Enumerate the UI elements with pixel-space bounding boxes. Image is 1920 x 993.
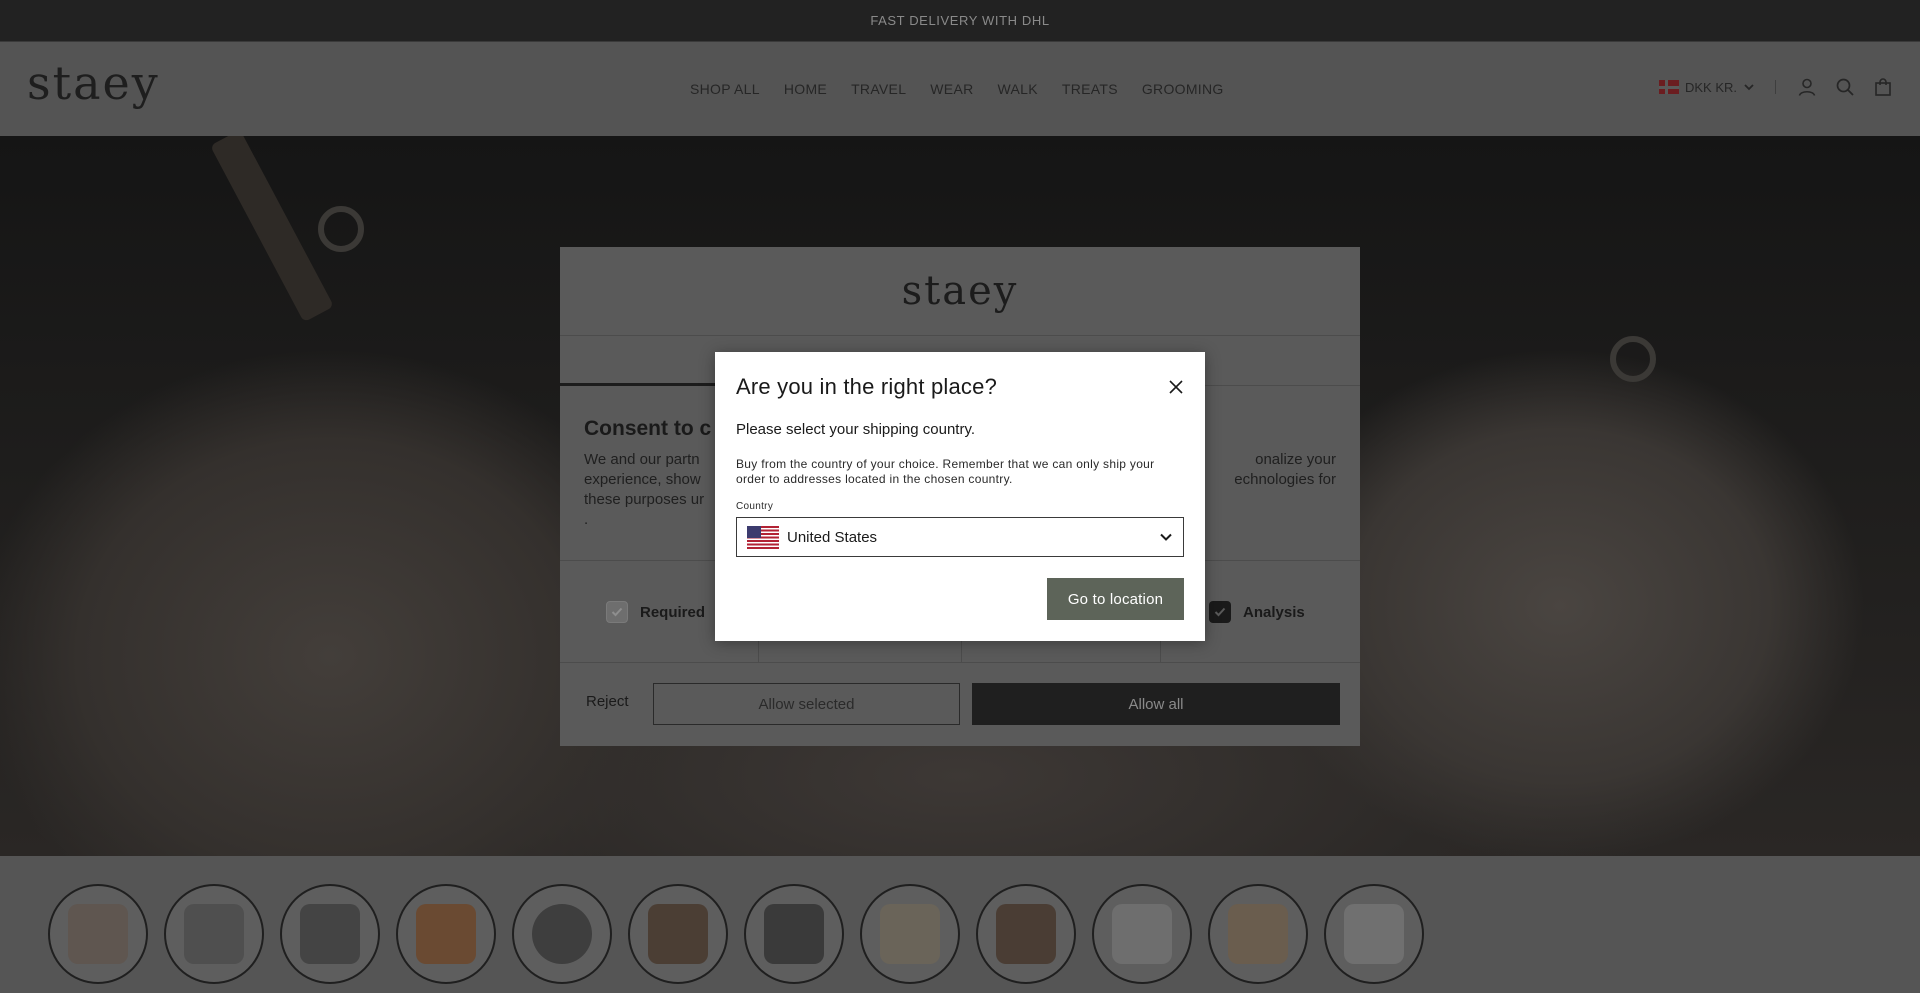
location-dialog-subtitle: Please select your shipping country. xyxy=(736,421,976,438)
checkbox-analysis[interactable]: Analysis xyxy=(1209,601,1305,623)
country-label: Country xyxy=(736,501,774,512)
thumbnail-item[interactable] xyxy=(164,884,264,984)
consent-logo: staey xyxy=(560,247,1360,336)
consent-text-line: experience, show xyxy=(584,471,701,488)
thumbnail-item[interactable] xyxy=(628,884,728,984)
bag-ring xyxy=(1610,336,1656,382)
search-icon[interactable] xyxy=(1834,76,1856,98)
announcement-text: FAST DELIVERY WITH DHL xyxy=(870,13,1050,28)
bag-ring xyxy=(318,206,364,252)
thumbnail-item[interactable] xyxy=(48,884,148,984)
us-flag-icon xyxy=(747,525,779,549)
consent-title: Consent to c xyxy=(584,417,712,440)
checkbox-required-label: Required xyxy=(640,603,706,621)
consent-text-line: these purposes ur xyxy=(584,491,705,508)
thumbnail-item[interactable] xyxy=(1324,884,1424,984)
main-nav: SHOP ALL HOME TRAVEL WEAR WALK TREATS GR… xyxy=(690,81,1224,97)
consent-text-line: onalize your xyxy=(1255,451,1336,468)
nav-wear[interactable]: WEAR xyxy=(930,81,973,97)
chevron-down-icon xyxy=(1744,84,1754,91)
cart-icon[interactable] xyxy=(1872,76,1894,98)
checkbox-required-box[interactable] xyxy=(606,601,628,623)
close-icon[interactable] xyxy=(1167,378,1185,396)
site-header: staey SHOP ALL HOME TRAVEL WEAR WALK TRE… xyxy=(0,42,1920,136)
nav-home[interactable]: HOME xyxy=(784,81,827,97)
thumbnail-item[interactable] xyxy=(1092,884,1192,984)
checkbox-divider xyxy=(1160,640,1161,662)
thumbnail-item[interactable] xyxy=(860,884,960,984)
location-dialog-description: Buy from the country of your choice. Rem… xyxy=(736,457,1155,486)
nav-treats[interactable]: TREATS xyxy=(1062,81,1118,97)
category-thumbnails xyxy=(0,856,1920,993)
header-divider xyxy=(1775,80,1776,94)
location-dialog-title: Are you in the right place? xyxy=(736,374,997,399)
denmark-flag-icon xyxy=(1658,80,1679,94)
header-actions: DKK KR. xyxy=(1658,76,1894,98)
consent-text-line: . xyxy=(584,511,589,528)
currency-label: DKK KR. xyxy=(1684,79,1737,95)
thumbnail-item[interactable] xyxy=(744,884,844,984)
bag-strap xyxy=(210,136,334,323)
consent-text-line: We and our partn xyxy=(584,451,700,468)
checkbox-divider xyxy=(961,640,962,662)
country-select[interactable]: United States xyxy=(736,517,1184,557)
allow-selected-button[interactable]: Allow selected xyxy=(653,683,960,725)
checkbox-divider xyxy=(758,640,759,662)
nav-grooming[interactable]: GROOMING xyxy=(1142,81,1224,97)
thumbnail-item[interactable] xyxy=(280,884,380,984)
go-to-location-button[interactable]: Go to location xyxy=(1047,578,1184,620)
currency-selector[interactable]: DKK KR. xyxy=(1658,79,1755,95)
checkbox-analysis-box[interactable] xyxy=(1209,601,1231,623)
announcement-bar: FAST DELIVERY WITH DHL xyxy=(0,0,1920,42)
account-icon[interactable] xyxy=(1796,76,1818,98)
nav-shop-all[interactable]: SHOP ALL xyxy=(690,81,760,97)
thumbnail-item[interactable] xyxy=(396,884,496,984)
consent-text-line: echnologies for xyxy=(1234,471,1336,488)
checkbox-analysis-label: Analysis xyxy=(1243,603,1305,621)
country-select-value: United States xyxy=(787,528,878,546)
thumbnail-item[interactable] xyxy=(1208,884,1308,984)
nav-walk[interactable]: WALK xyxy=(998,81,1038,97)
consent-actions: Reject Allow selected Allow all xyxy=(560,663,1360,746)
chevron-down-icon xyxy=(1160,533,1172,541)
thumbnail-item[interactable] xyxy=(976,884,1076,984)
site-logo[interactable]: staey xyxy=(27,56,160,110)
thumbnail-item[interactable] xyxy=(512,884,612,984)
reject-button[interactable]: Reject xyxy=(586,693,629,710)
allow-all-button[interactable]: Allow all xyxy=(972,683,1340,725)
location-dialog: Are you in the right place? Please selec… xyxy=(715,352,1205,641)
checkbox-required[interactable]: Required xyxy=(606,601,705,623)
nav-travel[interactable]: TRAVEL xyxy=(851,81,906,97)
